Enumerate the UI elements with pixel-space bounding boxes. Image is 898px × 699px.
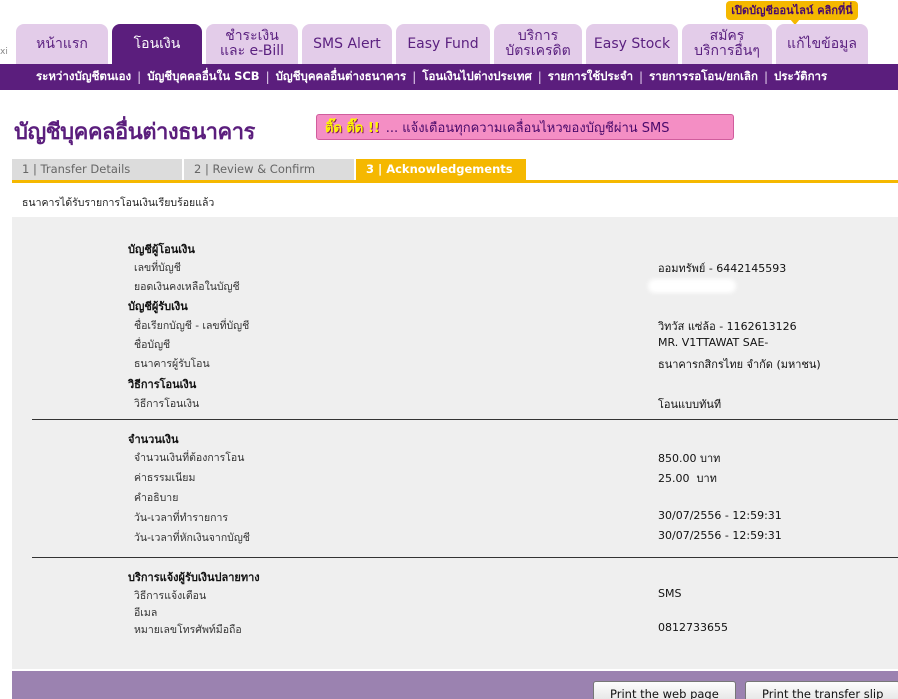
tab-label: Easy Stock — [593, 35, 671, 52]
step-review-confirm: 2 | Review & Confirm — [184, 159, 354, 180]
notify-method-row: วิธีการแจ้งเตือน SMS — [12, 587, 898, 605]
method-value: โอนแบบทันที — [658, 398, 722, 411]
fee-label: ค่าธรรมเนียม — [134, 472, 196, 484]
account-number-label: เลขที่บัญชี — [134, 262, 181, 274]
fee-row: ค่าธรรมเนียม 25.00 บาท — [12, 469, 898, 487]
transfer-subnav: ระหว่างบัญชีตนเอง | บัญชีบุคคลอื่นใน SCB… — [0, 64, 898, 90]
tab-label: สมัคร บริการอื่นๆ — [694, 28, 760, 59]
tab-label: ชำระเงิน และ e-Bill — [219, 28, 284, 59]
bank-value: ธนาคารกสิกรไทย จำกัด (มหาชน) — [658, 358, 821, 371]
tab-label: SMS Alert — [313, 35, 381, 52]
corner-mark: xi — [0, 47, 8, 57]
subnav-history[interactable]: ประวัติการ — [768, 68, 833, 86]
page-title: บัญชีบุคคลอื่นต่างธนาคาร — [14, 120, 255, 145]
email-label: อีเมล — [134, 607, 158, 619]
account-name-value: MR. V1TTAWAT SAE- — [658, 336, 769, 349]
tab-credit-card[interactable]: บริการ บัตรเครดิต — [494, 24, 582, 64]
balance-label: ยอดเงินคงเหลือในบัญชี — [134, 281, 240, 293]
account-name-label: ชื่อบัญชี — [134, 339, 171, 351]
amount-label: จำนวนเงินที่ต้องการโอน — [134, 452, 245, 464]
subnav-international[interactable]: โอนเงินไปต่างประเทศ — [416, 68, 537, 86]
account-number-value: ออมทรัพย์ - 6442145593 — [658, 262, 787, 275]
note-label: คำอธิบาย — [134, 492, 179, 504]
notify-method-label: วิธีการแจ้งเตือน — [134, 590, 207, 602]
balance-redacted — [648, 279, 736, 293]
account-name-row: ชื่อบัญชี MR. V1TTAWAT SAE- — [12, 336, 898, 354]
confirmation-message: ธนาคารได้รับรายการโอนเงินเรียบร้อยแล้ว — [22, 197, 215, 209]
tab-label: บริการ บัตรเครดิต — [505, 28, 571, 59]
amount-value: 850.00 บาท — [658, 452, 721, 465]
bank-row: ธนาคารผู้รับโอน ธนาคารกสิกรไทย จำกัด (มห… — [12, 355, 898, 373]
tab-edit-profile[interactable]: แก้ไขข้อมูล — [776, 24, 868, 64]
tab-label: โอนเงิน — [133, 35, 181, 52]
txn-time-label: วัน-เวลาที่ทำรายการ — [134, 512, 228, 524]
subnav-other-bank[interactable]: บัญชีบุคคลอื่นต่างธนาคาร — [270, 68, 413, 86]
tab-transfer[interactable]: โอนเงิน — [112, 24, 202, 64]
subnav-scb-accounts[interactable]: บัญชีบุคคลอื่นใน SCB — [141, 68, 265, 86]
method-heading: วิธีการโอนเงิน — [128, 378, 197, 391]
tab-label: แก้ไขข้อมูล — [787, 35, 857, 52]
section-divider — [32, 419, 898, 420]
tab-label: หน้าแรก — [36, 35, 88, 52]
txn-time-value: 30/07/2556 - 12:59:31 — [658, 509, 782, 522]
bank-label: ธนาคารผู้รับโอน — [134, 358, 210, 370]
method-row: วิธีการโอนเงิน โอนแบบทันที — [12, 395, 898, 413]
account-number-row: เลขที่บัญชี ออมทรัพย์ - 6442145593 — [12, 259, 898, 277]
debit-time-row: วัน-เวลาที่หักเงินจากบัญชี 30/07/2556 - … — [12, 529, 898, 547]
nickname-label: ชื่อเรียกบัญชี - เลขที่บัญชี — [134, 320, 250, 332]
transfer-summary-panel: บัญชีผู้โอนเงิน เลขที่บัญชี ออมทรัพย์ - … — [12, 217, 898, 669]
note-row: คำอธิบาย — [12, 489, 898, 507]
top-navigation: เปิดบัญชีออนไลน์ คลิกที่นี่ xi หน้าแรก โ… — [0, 0, 898, 64]
nickname-row: ชื่อเรียกบัญชี - เลขที่บัญชี วิทวัส แซ่ล… — [12, 317, 898, 335]
nickname-value: วิทวัส แซ่ล้อ - 1162613126 — [658, 320, 797, 333]
subnav-pending[interactable]: รายการรอโอน/ยกเลิก — [643, 68, 764, 86]
balance-row: ยอดเงินคงเหลือในบัญชี — [12, 278, 898, 296]
section-divider — [32, 557, 898, 558]
to-account-heading: บัญชีผู้รับเงิน — [128, 300, 188, 313]
notify-method-value: SMS — [658, 587, 682, 600]
banner-highlight: ติ๊ด ติ๊ด !! — [325, 120, 380, 136]
phone-value: 0812733655 — [658, 621, 728, 634]
banner-text: ... แจ้งเตือนทุกความเคลื่อนไหวของบัญชีผ่… — [385, 120, 670, 136]
tab-payment-ebill[interactable]: ชำระเงิน และ e-Bill — [206, 24, 298, 64]
step-progress: 1 | Transfer Details 2 | Review & Confir… — [12, 159, 898, 183]
notify-heading: บริการแจ้งผู้รับเงินปลายทาง — [128, 571, 260, 584]
step-acknowledgements: 3 | Acknowledgements — [356, 159, 526, 180]
tab-easy-fund[interactable]: Easy Fund — [396, 24, 490, 64]
phone-row: หมายเลขโทรศัพท์มือถือ 0812733655 — [12, 621, 898, 639]
amount-row: จำนวนเงินที่ต้องการโอน 850.00 บาท — [12, 449, 898, 467]
debit-time-value: 30/07/2556 - 12:59:31 — [658, 529, 782, 542]
method-label: วิธีการโอนเงิน — [134, 398, 200, 410]
tab-home[interactable]: หน้าแรก — [16, 24, 108, 64]
txn-time-row: วัน-เวลาที่ทำรายการ 30/07/2556 - 12:59:3… — [12, 509, 898, 527]
print-page-button[interactable]: Print the web page — [593, 681, 736, 699]
amount-heading: จำนวนเงิน — [128, 433, 179, 446]
fee-value: 25.00 บาท — [658, 472, 717, 485]
sms-alert-banner[interactable]: ติ๊ด ติ๊ด !! ... แจ้งเตือนทุกความเคลื่อน… — [316, 114, 734, 140]
subnav-own-accounts[interactable]: ระหว่างบัญชีตนเอง — [30, 68, 137, 86]
tab-easy-stock[interactable]: Easy Stock — [586, 24, 678, 64]
tab-sms-alert[interactable]: SMS Alert — [302, 24, 392, 64]
tab-label: Easy Fund — [407, 35, 479, 52]
tab-other-services[interactable]: สมัคร บริการอื่นๆ — [682, 24, 772, 64]
phone-label: หมายเลขโทรศัพท์มือถือ — [134, 624, 242, 636]
from-account-heading: บัญชีผู้โอนเงิน — [128, 243, 195, 256]
debit-time-label: วัน-เวลาที่หักเงินจากบัญชี — [134, 532, 250, 544]
print-slip-button[interactable]: Print the transfer slip — [745, 681, 898, 699]
email-row: อีเมล — [12, 604, 898, 622]
subnav-favorites[interactable]: รายการใช้ประจำ — [542, 68, 639, 86]
open-account-promo[interactable]: เปิดบัญชีออนไลน์ คลิกที่นี่ — [726, 1, 858, 20]
step-transfer-details: 1 | Transfer Details — [12, 159, 182, 180]
